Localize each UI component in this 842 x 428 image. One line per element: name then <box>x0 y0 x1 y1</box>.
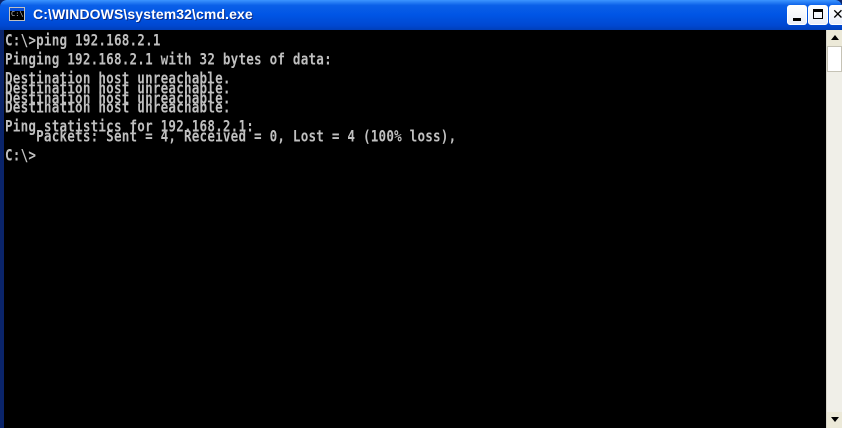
minimize-icon <box>793 18 801 21</box>
close-button[interactable]: ✕ <box>829 5 842 25</box>
cmd-icon-text: C:\ <box>11 10 24 18</box>
cmd-icon[interactable]: C:\ <box>9 7 25 21</box>
scroll-thumb[interactable] <box>827 46 842 72</box>
maximize-button[interactable] <box>808 5 828 25</box>
arrow-down-icon <box>831 417 839 422</box>
scroll-up-button[interactable] <box>827 30 842 46</box>
console-line: C:\> <box>5 145 37 165</box>
title-bar[interactable]: C:\ C:\WINDOWS\system32\cmd.exe ✕ <box>0 0 842 30</box>
vertical-scrollbar[interactable] <box>826 30 842 428</box>
maximize-icon <box>813 9 823 19</box>
console-lines: C:\>ping 192.168.2.1 Pinging 192.168.2.1… <box>5 32 826 165</box>
minimize-button[interactable] <box>787 5 807 25</box>
console-output[interactable]: C:\>ping 192.168.2.1 Pinging 192.168.2.1… <box>4 30 826 428</box>
close-icon: ✕ <box>832 7 842 23</box>
scroll-down-button[interactable] <box>827 412 842 428</box>
cmd-window: C:\ C:\WINDOWS\system32\cmd.exe ✕ C:\>pi… <box>0 0 842 428</box>
arrow-up-icon <box>831 35 839 40</box>
console-area: C:\>ping 192.168.2.1 Pinging 192.168.2.1… <box>4 30 842 428</box>
window-title: C:\WINDOWS\system32\cmd.exe <box>33 6 253 22</box>
